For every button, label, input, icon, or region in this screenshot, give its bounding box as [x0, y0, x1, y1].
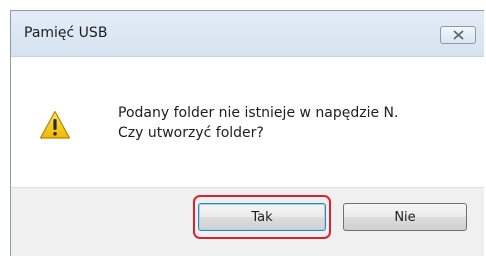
message-line-2: Czy utworzyć folder? — [118, 125, 264, 141]
warning-icon — [39, 110, 71, 139]
yes-button[interactable]: Tak — [198, 203, 326, 231]
dialog-title: Pamięć USB — [24, 25, 108, 41]
message-line-1: Podany folder nie istnieje w napędzie N. — [118, 105, 399, 121]
dialog-content: Podany folder nie istnieje w napędzie N.… — [11, 57, 484, 187]
dialog-window: Pamięć USB Podany folder nie istnieje w … — [10, 10, 484, 256]
dialog-message: Podany folder nie istnieje w napędzie N.… — [118, 103, 398, 143]
close-button[interactable] — [440, 26, 476, 44]
title-bar[interactable]: Pamięć USB — [11, 11, 484, 57]
close-icon — [453, 30, 463, 40]
no-button[interactable]: Nie — [343, 203, 467, 231]
dialog-footer: Tak Nie — [11, 187, 484, 256]
